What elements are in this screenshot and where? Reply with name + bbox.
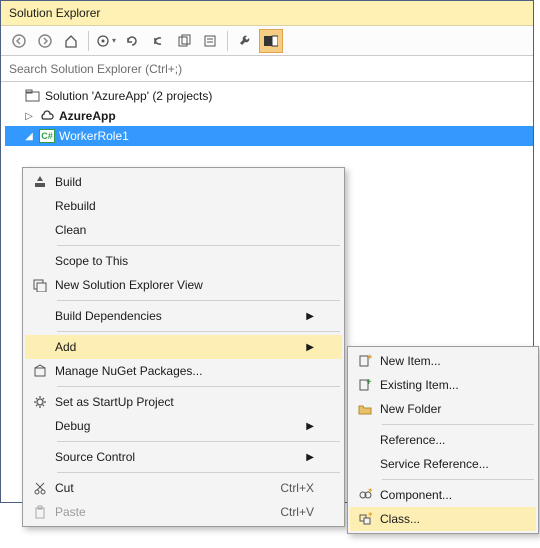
menu-separator — [57, 245, 340, 246]
wrench-button[interactable] — [233, 29, 257, 53]
toolbar-separator — [88, 31, 89, 51]
cloud-icon — [39, 110, 55, 122]
menu-cut[interactable]: Cut Ctrl+X — [25, 476, 342, 500]
submenu-component[interactable]: ✶ Component... — [350, 483, 536, 507]
show-all-files-button[interactable] — [172, 29, 196, 53]
menu-separator — [57, 331, 340, 332]
submenu-new-item[interactable]: ✶ New Item... — [350, 349, 536, 373]
svg-text:✶: ✶ — [366, 354, 372, 362]
clipboard-icon — [25, 505, 55, 519]
nav-forward-button[interactable] — [33, 29, 57, 53]
menu-separator — [57, 386, 340, 387]
shortcut-label: Ctrl+V — [280, 505, 322, 519]
menu-separator — [382, 479, 534, 480]
menu-clean[interactable]: Clean — [25, 218, 342, 242]
submenu-service-reference[interactable]: Service Reference... — [350, 452, 536, 476]
component-icon: ✶ — [350, 488, 380, 502]
menu-rebuild[interactable]: Rebuild — [25, 194, 342, 218]
context-menu: Build Rebuild Clean Scope to This New So… — [22, 167, 345, 527]
scissors-icon — [25, 481, 55, 495]
toolbar-separator — [227, 31, 228, 51]
menu-source-control[interactable]: Source Control▶ — [25, 445, 342, 469]
menu-debug[interactable]: Debug▶ — [25, 414, 342, 438]
gear-icon — [25, 395, 55, 409]
add-submenu: ✶ New Item... + Existing Item... New Fol… — [347, 346, 539, 534]
menu-set-startup[interactable]: Set as StartUp Project — [25, 390, 342, 414]
submenu-class[interactable]: ✶ Class... — [350, 507, 536, 531]
svg-text:✶: ✶ — [367, 488, 372, 495]
refresh-button[interactable] — [120, 29, 144, 53]
project-node-workerrole1[interactable]: ◢ C# WorkerRole1 — [5, 126, 533, 146]
menu-manage-nuget[interactable]: Manage NuGet Packages... — [25, 359, 342, 383]
submenu-arrow-icon: ▶ — [306, 342, 322, 353]
window-icon — [25, 278, 55, 292]
new-folder-icon — [350, 402, 380, 416]
toolbar: ▾ — [1, 26, 533, 56]
solution-node[interactable]: ▶ Solution 'AzureApp' (2 projects) — [5, 86, 533, 106]
menu-add[interactable]: Add▶ — [25, 335, 342, 359]
menu-build-dependencies[interactable]: Build Dependencies▶ — [25, 304, 342, 328]
existing-item-icon: + — [350, 378, 380, 392]
nav-back-button[interactable] — [7, 29, 31, 53]
menu-separator — [57, 441, 340, 442]
menu-scope-to-this[interactable]: Scope to This — [25, 249, 342, 273]
submenu-arrow-icon: ▶ — [306, 421, 322, 432]
package-icon — [25, 364, 55, 378]
shortcut-label: Ctrl+X — [280, 481, 322, 495]
search-input[interactable]: Search Solution Explorer (Ctrl+;) — [1, 56, 533, 82]
submenu-arrow-icon: ▶ — [306, 452, 322, 463]
panel-title: Solution Explorer — [1, 1, 533, 26]
svg-text:✶: ✶ — [367, 512, 372, 519]
csharp-project-icon: C# — [39, 129, 55, 143]
collapse-all-button[interactable] — [146, 29, 170, 53]
home-button[interactable] — [59, 29, 83, 53]
solution-label: Solution 'AzureApp' (2 projects) — [45, 89, 212, 103]
project-label: AzureApp — [59, 109, 116, 123]
submenu-new-folder[interactable]: New Folder — [350, 397, 536, 421]
sync-button[interactable]: ▾ — [94, 29, 118, 53]
expand-icon[interactable]: ▷ — [23, 111, 35, 122]
menu-separator — [57, 300, 340, 301]
submenu-existing-item[interactable]: + Existing Item... — [350, 373, 536, 397]
search-placeholder-text: Search Solution Explorer (Ctrl+;) — [9, 62, 182, 76]
submenu-arrow-icon: ▶ — [306, 311, 322, 322]
properties-button[interactable] — [198, 29, 222, 53]
expand-icon[interactable]: ◢ — [23, 131, 35, 142]
solution-icon — [25, 89, 41, 103]
build-icon — [25, 175, 55, 189]
project-node-azureapp[interactable]: ▷ AzureApp — [5, 106, 533, 126]
menu-build[interactable]: Build — [25, 170, 342, 194]
menu-separator — [57, 472, 340, 473]
svg-text:+: + — [366, 378, 372, 388]
class-icon: ✶ — [350, 512, 380, 526]
project-label: WorkerRole1 — [59, 129, 129, 143]
new-item-icon: ✶ — [350, 354, 380, 368]
submenu-reference[interactable]: Reference... — [350, 428, 536, 452]
menu-paste: Paste Ctrl+V — [25, 500, 342, 524]
menu-new-solution-explorer-view[interactable]: New Solution Explorer View — [25, 273, 342, 297]
menu-separator — [382, 424, 534, 425]
preview-selected-button[interactable] — [259, 29, 283, 53]
